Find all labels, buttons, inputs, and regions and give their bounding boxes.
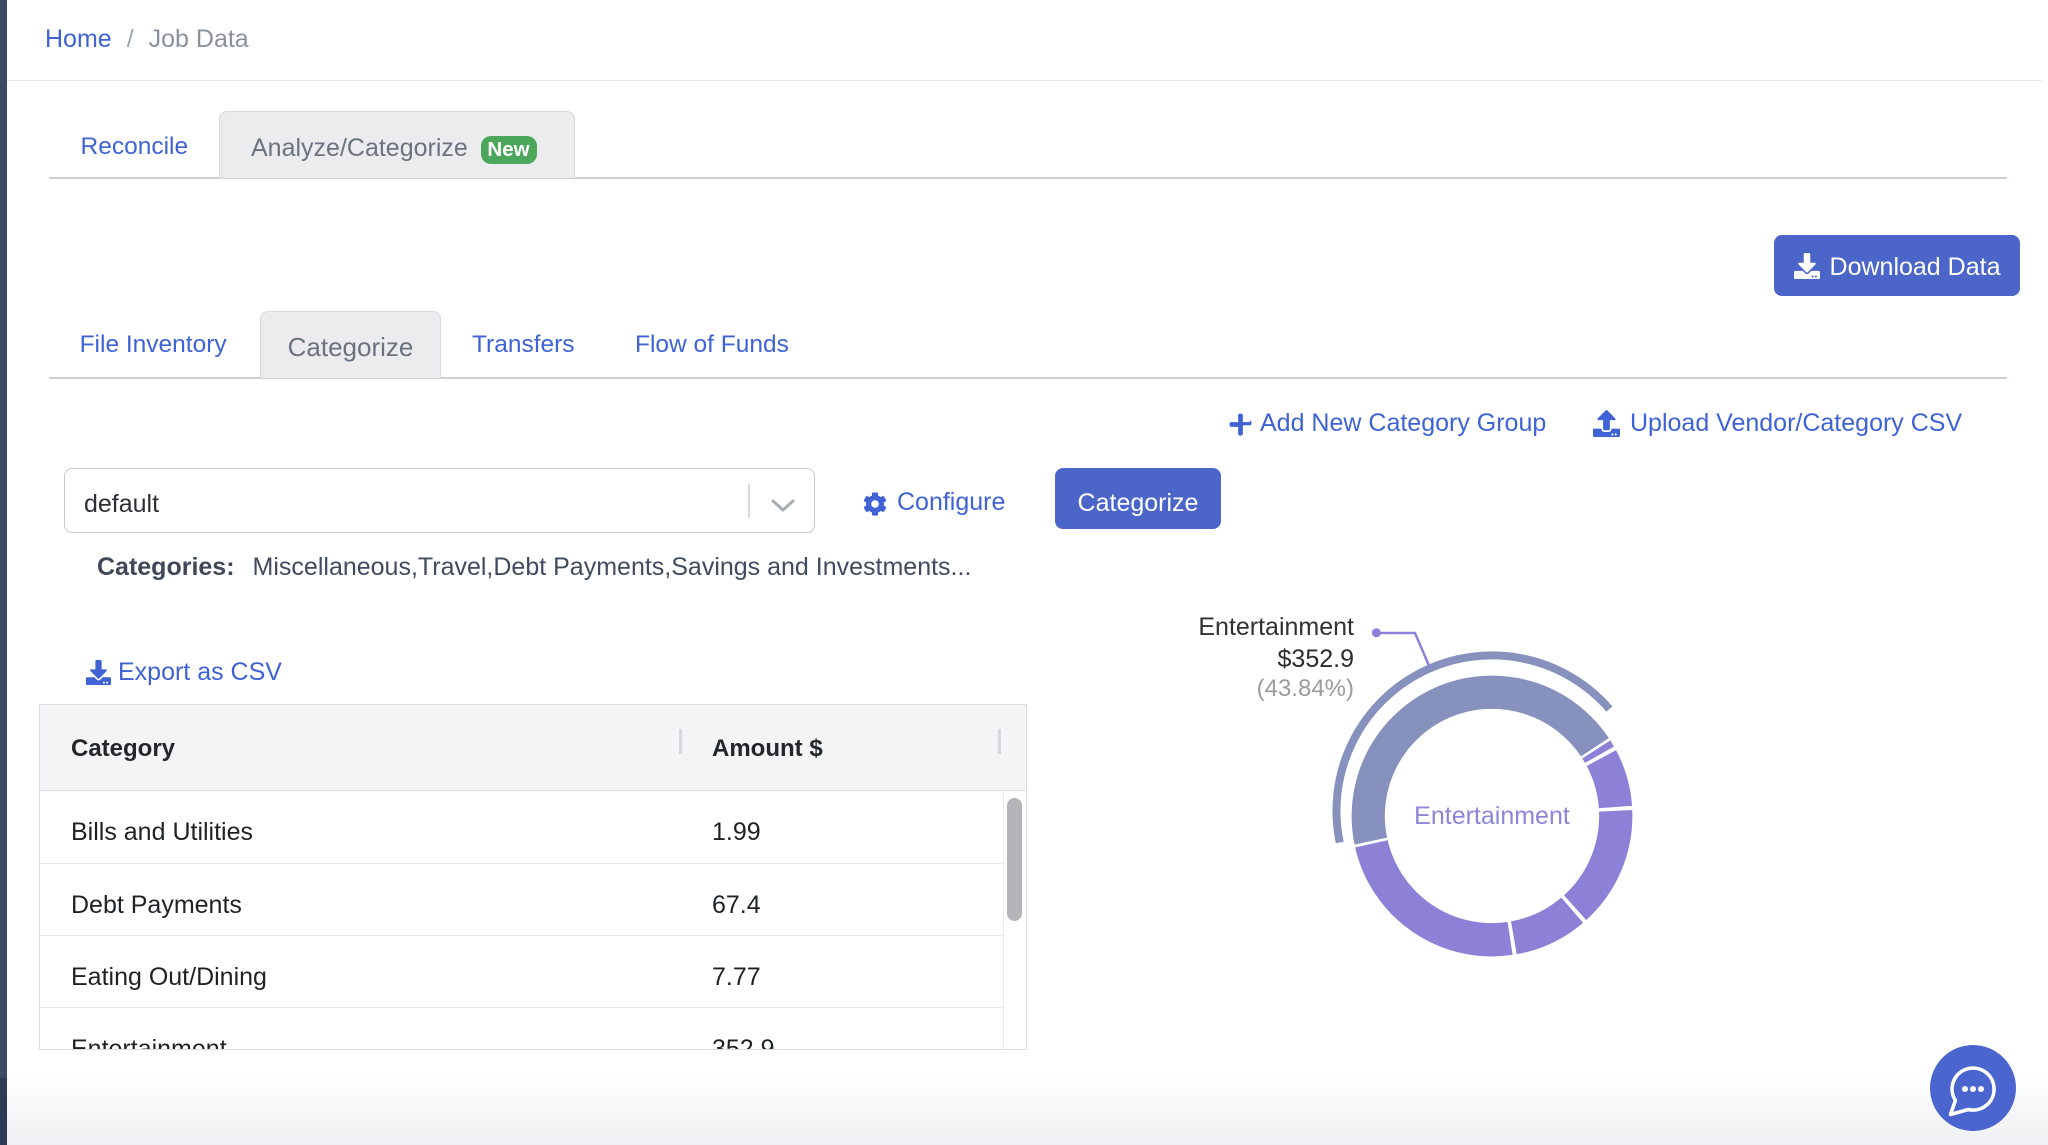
svg-text:Entertainment: Entertainment	[1414, 802, 1570, 830]
svg-text:Entertainment: Entertainment	[1198, 613, 1354, 641]
svg-text:(43.84%): (43.84%)	[1257, 675, 1354, 702]
svg-text:$352.9: $352.9	[1278, 645, 1354, 673]
